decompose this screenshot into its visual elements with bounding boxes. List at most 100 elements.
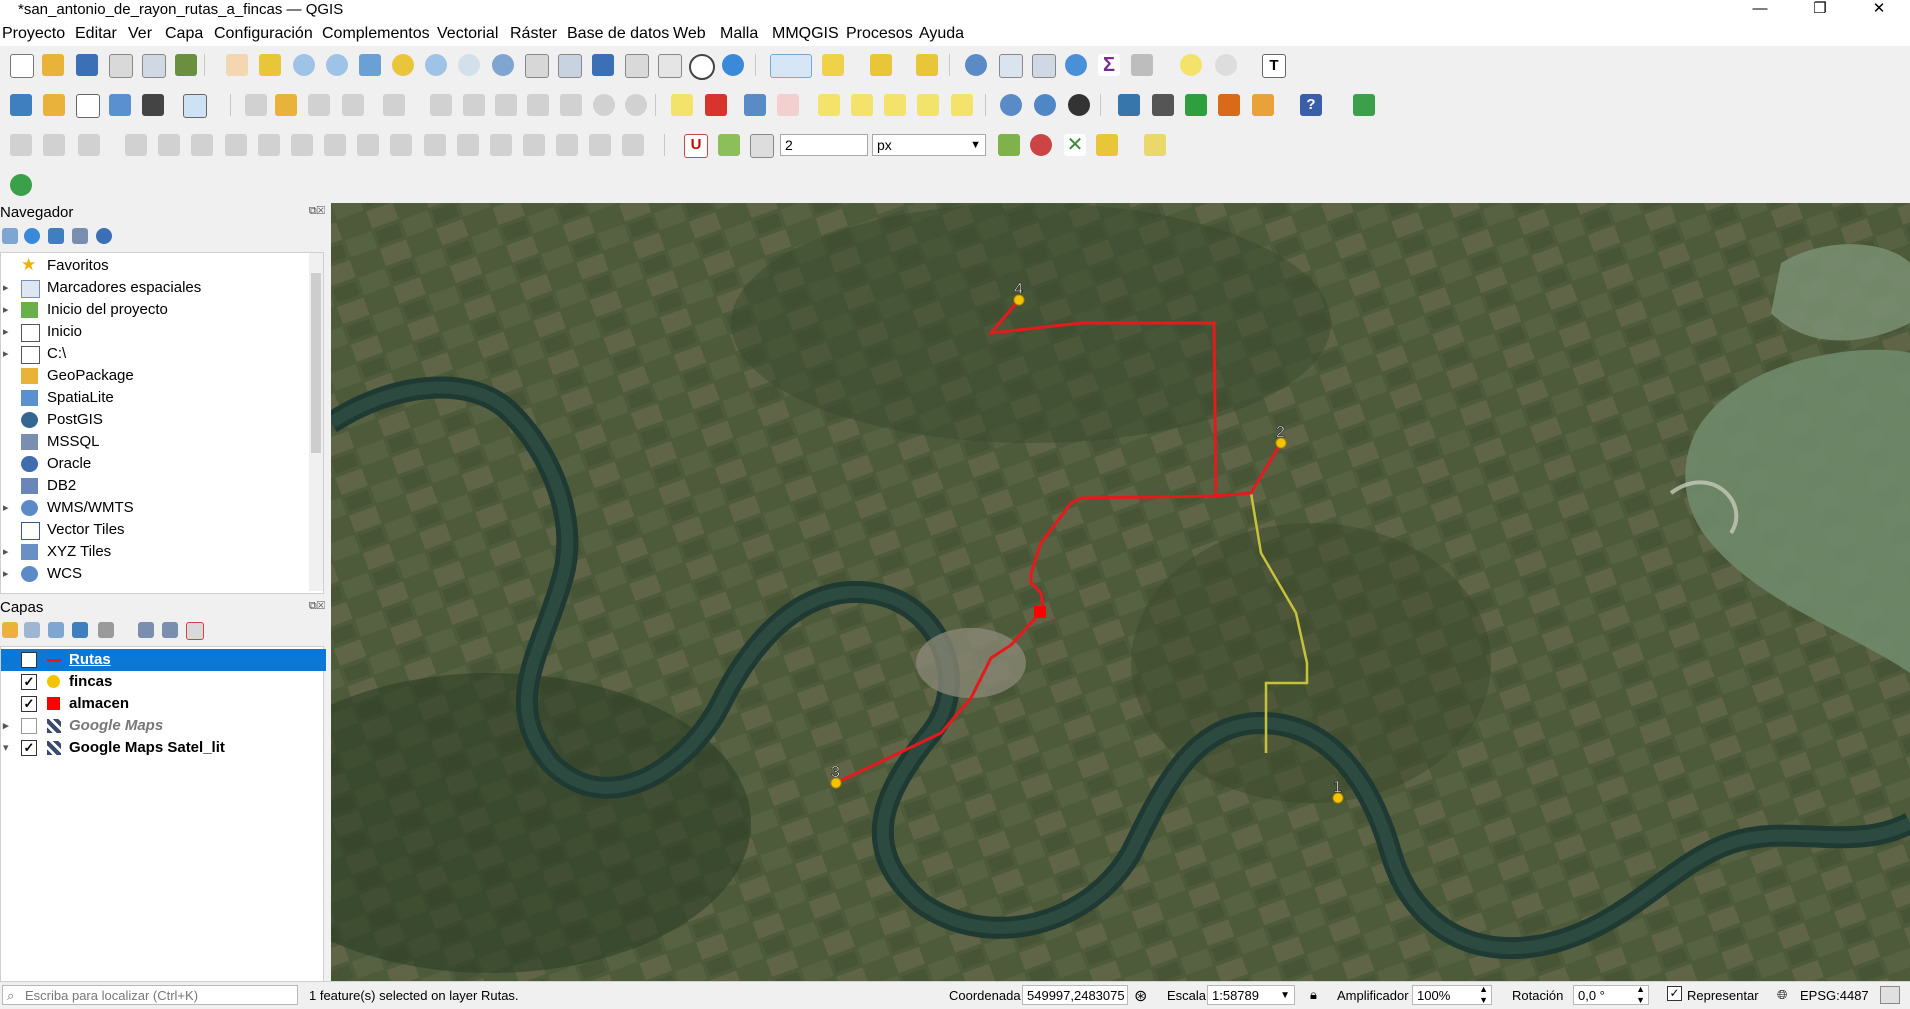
toggle-editing-icon[interactable] [275, 94, 297, 116]
zoom-native-icon[interactable] [458, 54, 480, 76]
paste-features-icon[interactable] [560, 94, 582, 116]
zoom-to-selection-icon[interactable] [392, 54, 414, 76]
pin-labels-icon[interactable] [777, 94, 799, 116]
house-icon[interactable] [1218, 94, 1240, 116]
new-3d-map-icon[interactable] [592, 54, 614, 76]
filter-icon[interactable] [48, 228, 64, 244]
crs-label[interactable]: EPSG:4487 [1800, 988, 1869, 1003]
label-properties-icon[interactable] [951, 94, 973, 116]
layer-visibility-checkbox[interactable]: ✓ [21, 696, 37, 712]
rotation-field[interactable]: 0,0 ° ▲ ▼ [1573, 984, 1649, 1005]
browser-item-marcadores[interactable]: ▸ Marcadores espaciales [1, 277, 301, 299]
refresh-icon[interactable] [722, 54, 744, 76]
browser-scrollbar[interactable] [309, 253, 323, 591]
minimize-button[interactable]: — [1737, 0, 1783, 22]
globe-settings-icon[interactable] [1068, 94, 1090, 116]
browser-item-xyz-tiles[interactable]: ▸ XYZ Tiles [1, 541, 301, 563]
browser-item-geopackage[interactable]: GeoPackage [1, 365, 301, 387]
python-console-icon[interactable] [1118, 94, 1140, 116]
merge-attributes-icon[interactable] [490, 134, 512, 156]
menu-capa[interactable]: Capa [165, 25, 203, 43]
split-features-icon[interactable] [390, 134, 412, 156]
new-map-view-icon[interactable] [558, 54, 582, 78]
change-label-icon[interactable] [917, 94, 939, 116]
digitize-point-icon[interactable] [10, 134, 32, 156]
zoom-next-icon[interactable] [525, 54, 549, 78]
label-diagram-icon[interactable] [705, 94, 727, 116]
layer-almacen[interactable]: ✓ almacen [1, 693, 326, 715]
vertex-editor-icon[interactable] [556, 134, 578, 156]
zoom-in-icon[interactable] [293, 54, 315, 76]
tracing-icon[interactable] [1144, 134, 1166, 156]
move-label-icon[interactable] [851, 94, 873, 116]
scrollbar-thumb[interactable] [311, 273, 321, 453]
maximize-button[interactable]: ❐ [1797, 0, 1843, 22]
topological-editing-icon[interactable] [998, 134, 1020, 156]
select-location-icon[interactable] [916, 54, 938, 76]
reshape-icon[interactable] [125, 134, 147, 156]
menu-complementos[interactable]: Complementos [322, 25, 430, 43]
add-group-icon[interactable] [24, 622, 40, 638]
menu-proyecto[interactable]: Proyecto [2, 25, 65, 43]
locator-search-input[interactable]: ⌕ Escriba para localizar (Ctrl+K) [2, 985, 298, 1005]
save-project-icon[interactable] [76, 54, 98, 76]
merge-features-icon[interactable] [457, 134, 479, 156]
new-shapefile-icon[interactable] [76, 94, 100, 118]
panel-float-close-icons[interactable]: ⧉☒ [309, 600, 325, 613]
deselect-features-icon[interactable] [870, 54, 892, 76]
vertex-tool-icon[interactable] [383, 94, 405, 116]
magnifier-field[interactable]: 100% ▲ ▼ [1412, 984, 1492, 1005]
trim-extend-icon[interactable] [622, 134, 644, 156]
browser-item-wms-wmts[interactable]: ▸ WMS/WMTS [1, 497, 301, 519]
field-calculator-icon[interactable] [1032, 54, 1056, 78]
fill-ring-icon[interactable] [225, 134, 247, 156]
attribute-table-icon[interactable] [999, 54, 1023, 78]
coordinate-field[interactable]: 549997,2483075 [1022, 985, 1128, 1005]
menu-web[interactable]: Web [673, 25, 706, 43]
browser-item-inicio[interactable]: ▸ Inicio [1, 321, 301, 343]
reverse-line-icon[interactable] [589, 134, 611, 156]
copy-features-icon[interactable] [527, 94, 549, 116]
new-geopackage-icon[interactable] [43, 94, 65, 116]
snapping-mode-icon[interactable] [718, 134, 740, 156]
browser-item-db2[interactable]: DB2 [1, 475, 301, 497]
processing-toolbox-icon[interactable] [1065, 54, 1087, 76]
show-hide-labels-icon[interactable] [818, 94, 840, 116]
coordinate-toggle-icon[interactable]: ⊛ [1134, 986, 1147, 1006]
menu-vectorial[interactable]: Vectorial [437, 25, 498, 43]
browser-item-vector-tiles[interactable]: Vector Tiles [1, 519, 301, 541]
layout-manager-icon[interactable] [142, 54, 166, 78]
new-project-icon[interactable] [10, 54, 34, 78]
qgis-cloud-icon[interactable] [10, 174, 32, 196]
browser-item-favoritos[interactable]: ★ Favoritos [1, 255, 301, 277]
info-icon[interactable] [96, 228, 112, 244]
delete-ring-icon[interactable] [258, 134, 280, 156]
layer-rutas[interactable]: ✓ Rutas [1, 649, 326, 671]
plugin-reloader-icon[interactable] [1353, 94, 1375, 116]
save-edits-icon[interactable] [308, 94, 330, 116]
snapping-type-icon[interactable] [750, 134, 774, 158]
help-icon[interactable]: ? [1300, 94, 1322, 116]
statistics-sigma-icon[interactable]: Σ [1098, 54, 1120, 76]
split-parts-icon[interactable] [424, 134, 446, 156]
layer-visibility-checkbox[interactable]: ✓ [21, 674, 37, 690]
remove-layer-icon[interactable] [186, 622, 204, 640]
browser-item-wcs[interactable]: ▸ WCS [1, 563, 301, 585]
add-ring-icon[interactable] [158, 134, 180, 156]
layer-visibility-checkbox[interactable] [21, 718, 37, 734]
menu-base-de-datos[interactable]: Base de datos [567, 25, 669, 43]
new-spatialite-icon[interactable] [109, 94, 131, 116]
collapse-all-icon[interactable] [72, 228, 88, 244]
temporal-controller-icon[interactable] [689, 54, 715, 80]
self-snapping-icon[interactable] [1096, 134, 1118, 156]
browser-item-mssql[interactable]: MSSQL [1, 431, 301, 453]
menu-procesos[interactable]: Procesos [846, 25, 913, 43]
add-part-icon[interactable] [191, 134, 213, 156]
menu-ayuda[interactable]: Ayuda [919, 25, 964, 43]
digitize-line-icon[interactable] [43, 134, 65, 156]
collapse-all-icon[interactable] [162, 622, 178, 638]
chevron-right-icon[interactable]: ▸ [3, 715, 9, 737]
layer-styling-icon[interactable] [2, 622, 18, 638]
modify-attributes-icon[interactable] [430, 94, 452, 116]
crs-globe-icon[interactable]: 🌐︎ [1777, 987, 1787, 1003]
